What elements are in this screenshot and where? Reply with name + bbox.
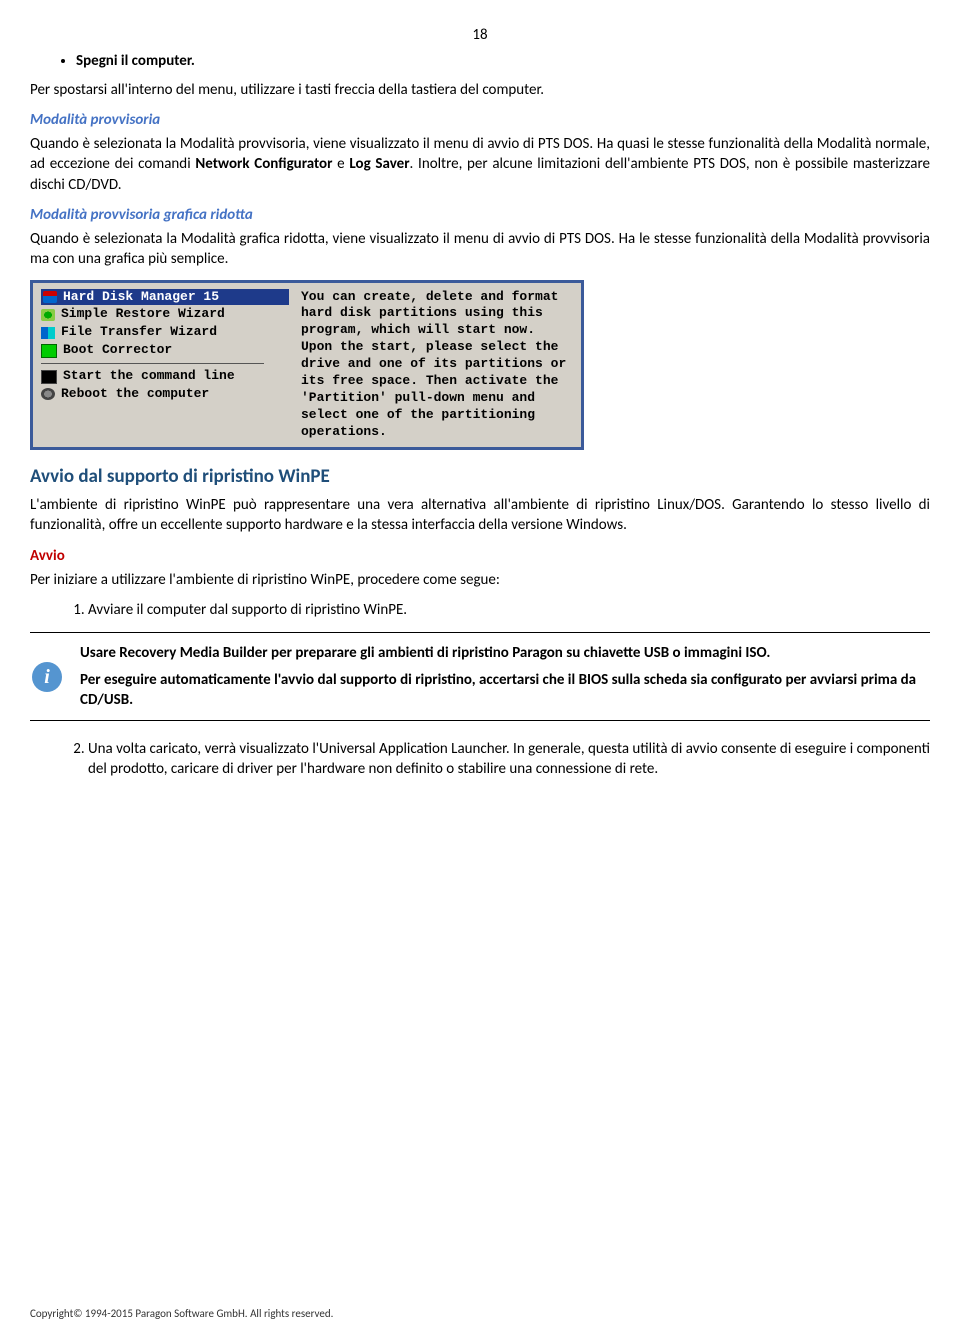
reboot-icon [41,388,55,400]
menu-label: Simple Restore Wizard [61,306,225,323]
dos-menu-screenshot: Hard Disk Manager 15 Simple Restore Wiza… [30,280,584,450]
heading-winpe: Avvio dal supporto di ripristino WinPE [30,464,930,490]
body-text: Per spostarsi all'interno del menu, util… [30,80,930,100]
text-bold: Log Saver [349,155,409,173]
text: e [332,155,349,173]
heading-ridotta: Modalità provvisoria grafica ridotta [30,205,930,225]
note-paragraph: Usare Recovery Media Builder per prepara… [80,643,926,663]
note-box: i Usare Recovery Media Builder per prepa… [30,632,930,721]
heading-provvisoria: Modalità provvisoria [30,110,930,130]
note-paragraph: Per eseguire automaticamente l'avvio dal… [80,670,926,711]
text-bold: Network Configurator [195,155,332,173]
menu-label: Reboot the computer [61,386,209,403]
dos-menu-item: Reboot the computer [41,386,289,403]
page-number: 18 [30,25,930,45]
dos-menu-left: Hard Disk Manager 15 Simple Restore Wiza… [35,285,295,445]
dos-menu-item: File Transfer Wizard [41,324,289,341]
cmd-icon [41,370,57,384]
numbered-list: Una volta caricato, verrà visualizzato l… [30,739,930,780]
body-text: Quando è selezionata la Modalità provvis… [30,134,930,195]
heading-avvio: Avvio [30,546,930,566]
separator [41,363,264,364]
menu-label: Boot Corrector [63,342,172,359]
list-item: Avviare il computer dal supporto di ripr… [88,600,930,620]
menu-label: Hard Disk Manager 15 [63,289,219,306]
boot-icon [41,344,57,358]
dos-menu-item-selected: Hard Disk Manager 15 [41,289,289,306]
body-text: Quando è selezionata la Modalità grafica… [30,229,930,270]
numbered-list: Avviare il computer dal supporto di ripr… [30,600,930,620]
disk-icon [43,291,57,303]
dos-description: You can create, delete and format hard d… [295,285,579,445]
dos-menu-item: Boot Corrector [41,342,289,359]
menu-label: File Transfer Wizard [61,324,217,341]
body-text: L'ambiente di ripristino WinPE può rappr… [30,495,930,536]
list-item: Una volta caricato, verrà visualizzato l… [88,739,930,780]
bullet-item: Spegni il computer. [76,51,930,71]
restore-icon [41,309,55,321]
body-text: Per iniziare a utilizzare l'ambiente di … [30,570,930,590]
bullet-list: Spegni il computer. [30,51,930,71]
info-icon: i [32,662,62,692]
file-icon [41,327,55,339]
dos-menu-item: Start the command line [41,368,289,385]
footer-copyright: Copyright© 1994-2015 Paragon Software Gm… [30,1307,333,1322]
dos-menu-item: Simple Restore Wizard [41,306,289,323]
menu-label: Start the command line [63,368,235,385]
note-text: Usare Recovery Media Builder per prepara… [80,643,926,710]
